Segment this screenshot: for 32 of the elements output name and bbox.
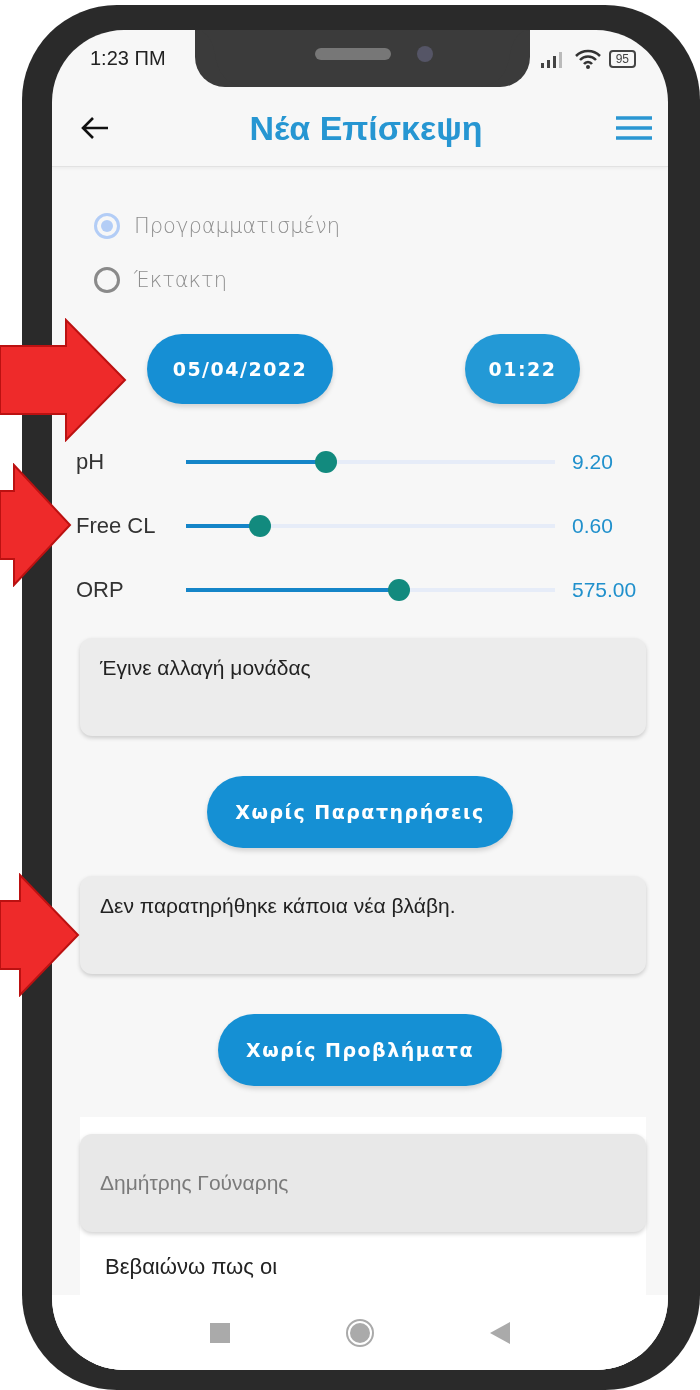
measurement-value: 0.60: [572, 514, 613, 538]
radio-label: Έκτακτη: [134, 268, 228, 292]
radio-button[interactable]: [94, 213, 120, 239]
name-field[interactable]: Δημήτρης Γούναρης: [80, 1134, 646, 1232]
menu-icon[interactable]: [616, 115, 652, 141]
radio-label: Προγραμματισμένη: [134, 214, 340, 238]
recents-icon[interactable]: [210, 1322, 230, 1343]
arrow-icon: [0, 318, 128, 442]
measurement-label: ORP: [76, 577, 125, 603]
page-title: Νέα Επίσκεψη: [249, 108, 483, 148]
measurement-label: Free CL: [76, 513, 157, 539]
status-time: 1:23 ΠΜ: [90, 47, 166, 70]
arrow-icon: [0, 873, 80, 997]
battery-level: 95: [608, 49, 636, 68]
home-icon[interactable]: [345, 1317, 375, 1348]
time-button[interactable]: 01:22: [465, 334, 580, 404]
slider-thumb[interactable]: [315, 451, 338, 473]
slider-thumb[interactable]: [387, 579, 410, 601]
radio-button[interactable]: [94, 267, 120, 293]
measurement-label: pH: [76, 449, 106, 475]
no-remarks-button[interactable]: Χωρίς Παρατηρήσεις: [207, 776, 513, 848]
arrow-icon: [0, 463, 72, 587]
slider-thumb[interactable]: [248, 515, 271, 537]
problems-field[interactable]: Δεν παρατηρήθηκε κάποια νέα βλάβη.: [80, 876, 646, 974]
measurement-value: 9.20: [572, 450, 613, 474]
confirmation-text: Βεβαιώνω πως οι: [105, 1254, 278, 1280]
date-button[interactable]: 05/04/2022: [147, 334, 333, 404]
back-icon[interactable]: [80, 116, 110, 140]
notes-field[interactable]: Έγινε αλλαγή μονάδας: [80, 638, 646, 736]
measurement-value: 575.00: [572, 578, 637, 602]
wifi-icon: [574, 48, 601, 69]
no-problems-button[interactable]: Χωρίς Προβλήματα: [218, 1014, 502, 1086]
